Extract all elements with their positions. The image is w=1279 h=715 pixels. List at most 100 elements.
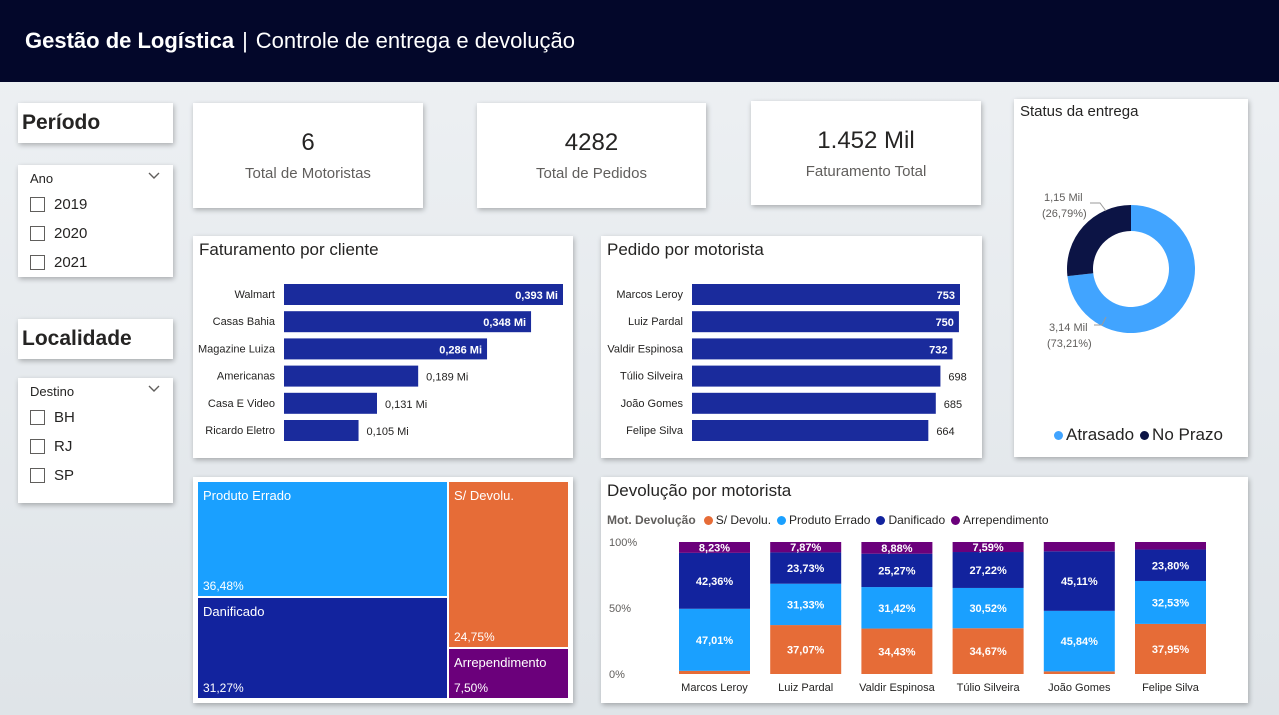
ano-option[interactable]: 2019 (30, 194, 173, 215)
chevron-down-icon[interactable] (147, 384, 161, 394)
bar[interactable] (692, 284, 960, 305)
faturamento-bar-chart: Walmart 0,393 Mi Casas Bahia 0,348 Mi Magazi… (198, 284, 563, 441)
data-label: 0,105 Mi (367, 426, 409, 438)
data-label: 732 (929, 344, 947, 356)
data-label: 8,23% (699, 542, 730, 554)
treemap-cell-label: Produto Errado (203, 488, 292, 503)
category-label: Luiz Pardal (628, 316, 683, 328)
data-label: 0,286 Mi (439, 344, 482, 356)
data-label: 31,33% (787, 599, 825, 611)
slice-label: 3,14 Mil (1049, 322, 1088, 334)
data-label: 37,07% (787, 645, 825, 657)
treemap-cell[interactable]: S/ Devolu. 24,75% (449, 482, 568, 647)
legend-label: Atrasado (1066, 425, 1135, 444)
data-label: 664 (936, 426, 954, 438)
kpi-label: Total de Pedidos (536, 165, 647, 182)
ano-option[interactable]: 2020 (30, 223, 173, 244)
category-label: Magazine Luiza (198, 343, 276, 355)
stacked-bar-segment[interactable] (1043, 542, 1115, 552)
treemap-cell-value: 36,48% (203, 579, 244, 593)
destino-option[interactable]: RJ (30, 436, 173, 457)
periodo-title: Período (22, 111, 101, 134)
destino-slicer-label: Destino (30, 384, 75, 399)
data-label: 685 (944, 399, 962, 411)
checkbox[interactable] (30, 197, 45, 212)
data-label: 42,36% (696, 576, 734, 588)
treemap-cell-value: 31,27% (203, 681, 244, 695)
stacked-bar-segment[interactable] (1043, 671, 1115, 674)
category-label: Walmart (234, 289, 275, 301)
pedidos-chart-card: Pedido por motorista Marcos Leroy 753 Luiz… (601, 236, 982, 458)
data-label: 30,52% (969, 603, 1007, 615)
treemap-cell-label: Danificado (203, 604, 265, 619)
checkbox[interactable] (30, 439, 45, 454)
legend-dot (1140, 430, 1150, 440)
category-label: Felipe Silva (626, 425, 684, 437)
bar[interactable] (284, 365, 419, 387)
status-chart-title: Status da entrega (1020, 103, 1139, 120)
stacked-bar-segment[interactable] (679, 670, 750, 674)
destino-option-label: RJ (54, 438, 73, 455)
chevron-down-icon[interactable] (147, 171, 161, 181)
kpi-value: 6 (301, 129, 315, 156)
checkbox[interactable] (30, 410, 45, 425)
ano-option[interactable]: 2021 (30, 252, 173, 273)
bar[interactable] (692, 420, 929, 441)
kpi-value: 1.452 Mil (817, 126, 915, 154)
data-label: 47,01% (696, 635, 734, 647)
bar[interactable] (284, 392, 377, 414)
category-label: Túlio Silveira (620, 371, 684, 383)
slice-pct: (26,79%) (1042, 208, 1087, 220)
slice-label: 1,15 Mil (1044, 192, 1083, 204)
category-label: João Gomes (621, 398, 684, 410)
devolucao-treemap: Produto Errado 36,48% Danificado 31,27% S/ D… (198, 482, 568, 698)
data-label: 750 (936, 317, 954, 329)
legend-item-no-prazo[interactable]: No Prazo (1140, 425, 1223, 445)
slice-pct: (73,21%) (1047, 338, 1092, 350)
bar[interactable] (692, 365, 941, 387)
status-legend: Atrasado No Prazo (1054, 425, 1229, 445)
category-label: Americanas (217, 371, 276, 383)
x-tick-label: Luiz Pardal (778, 682, 833, 694)
treemap-cell-value: 24,75% (454, 630, 495, 644)
treemap-cell[interactable]: Danificado 31,27% (198, 598, 447, 698)
category-label: Casas Bahia (213, 316, 276, 328)
data-label: 37,95% (1152, 644, 1190, 656)
bar[interactable] (692, 338, 953, 360)
category-label: Marcos Leroy (616, 289, 683, 301)
x-tick-label: João Gomes (1048, 682, 1111, 694)
y-tick-label: 100% (609, 537, 637, 549)
data-label: 7,59% (972, 542, 1003, 554)
treemap-cell[interactable]: Arrependimento 7,50% (449, 649, 568, 698)
x-tick-label: Marcos Leroy (681, 682, 748, 694)
ano-slicer-header[interactable]: Ano (18, 165, 173, 186)
data-label: 753 (937, 290, 955, 302)
category-label: Valdir Espinosa (607, 343, 683, 355)
treemap-cell[interactable]: Produto Errado 36,48% (198, 482, 447, 596)
ano-slicer[interactable]: Ano 2019 2020 2021 (18, 165, 173, 277)
destino-option[interactable]: SP (30, 465, 173, 486)
data-label: 45,84% (1061, 636, 1099, 648)
bar[interactable] (284, 420, 359, 441)
destino-option[interactable]: BH (30, 407, 173, 428)
data-label: 34,67% (969, 646, 1007, 658)
report-header: Gestão de Logística | Controle de entreg… (0, 0, 1279, 82)
kpi-label: Faturamento Total (805, 162, 927, 180)
treemap-card: Produto Errado 36,48% Danificado 31,27% S/ D… (193, 477, 573, 703)
legend-item-atrasado[interactable]: Atrasado (1054, 425, 1134, 445)
kpi-card-faturamento: 1.452 Mil Faturamento Total (751, 101, 981, 205)
checkbox[interactable] (30, 255, 45, 270)
ano-option-label: 2019 (54, 196, 88, 213)
leader-line (1090, 202, 1107, 212)
bar[interactable] (692, 311, 959, 333)
checkbox[interactable] (30, 226, 45, 241)
kpi-card-pedidos: 4282 Total de Pedidos (477, 103, 706, 208)
destino-slicer[interactable]: Destino BH RJ SP (18, 378, 173, 503)
destino-slicer-header[interactable]: Destino (18, 378, 173, 399)
stacked-bar-segment[interactable] (1135, 542, 1206, 550)
y-tick-label: 50% (609, 603, 631, 615)
faturamento-chart-card: Faturamento por cliente Walmart 0,393 Mi C… (193, 236, 573, 458)
bar[interactable] (692, 392, 936, 414)
devolucao-stacked-chart: 100% 50% 0% 47,01% 42,36% 8,23% Marcos Leroy 37… (609, 537, 1206, 694)
checkbox[interactable] (30, 468, 45, 483)
